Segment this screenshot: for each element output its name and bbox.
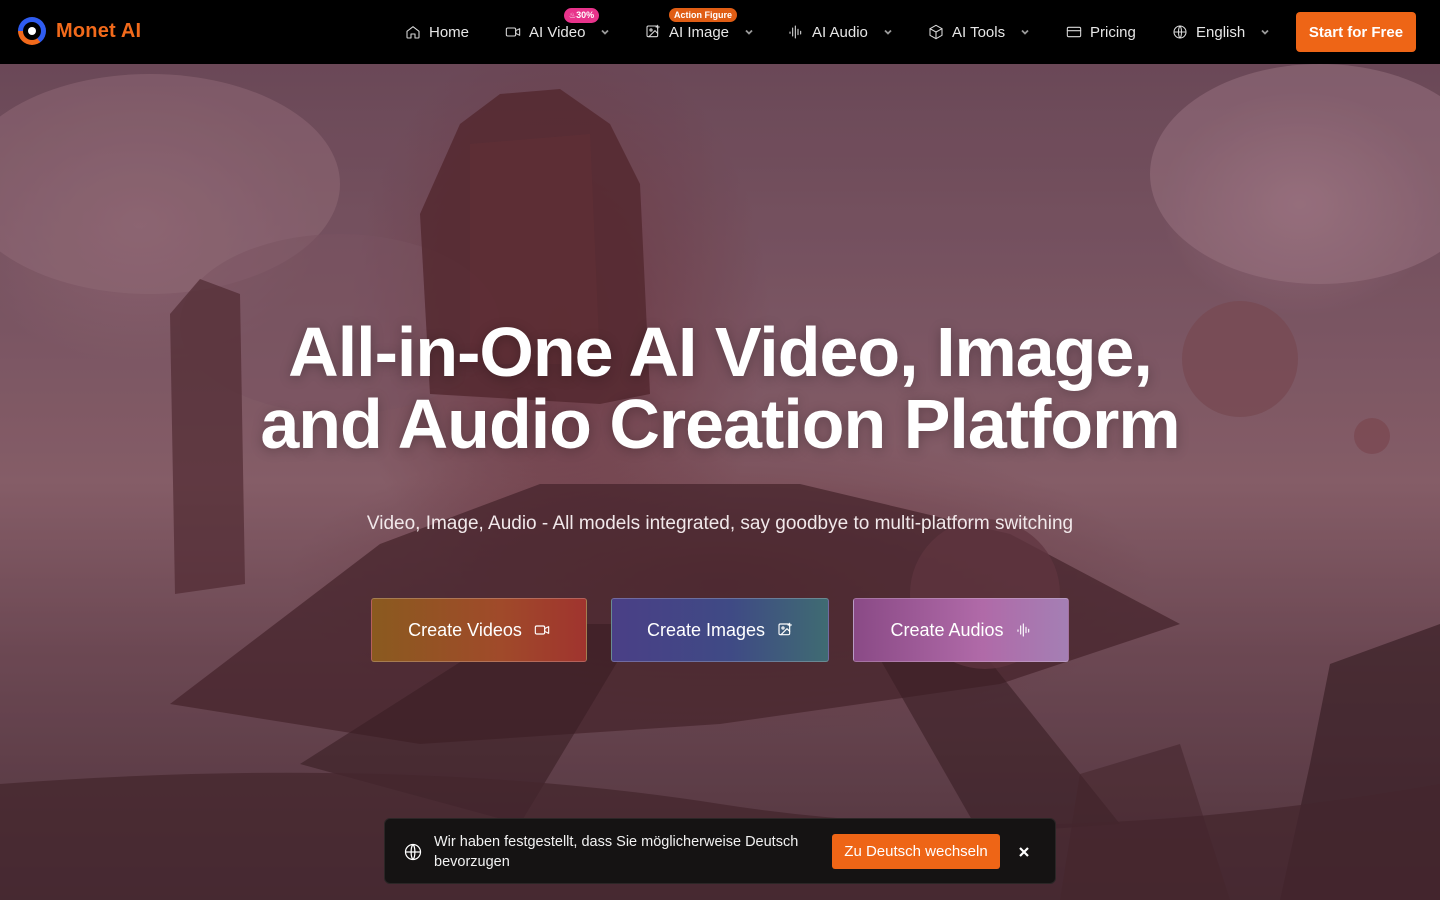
hero-title-line-2: and Audio Creation Platform bbox=[260, 385, 1180, 463]
ai-video-badge-text: 30% bbox=[576, 10, 595, 20]
chevron-down-icon bbox=[1261, 29, 1269, 35]
create-videos-button[interactable]: Create Videos bbox=[371, 598, 587, 662]
chevron-down-icon bbox=[745, 29, 753, 35]
hero-overlay bbox=[0, 64, 1440, 900]
globe-icon bbox=[403, 842, 423, 862]
hero-title-line-1: All-in-One AI Video, Image, bbox=[288, 313, 1153, 391]
nav-ai-audio-label: AI Audio bbox=[812, 23, 868, 41]
nav-ai-tools-label: AI Tools bbox=[952, 23, 1006, 41]
nav-ai-video[interactable]: AI Video ♨30% bbox=[505, 8, 611, 44]
nav-pricing[interactable]: Pricing bbox=[1066, 20, 1136, 44]
brand-name: Monet AI bbox=[56, 19, 142, 42]
language-suggestion-message: Wir haben festgestellt, dass Sie möglich… bbox=[434, 834, 799, 870]
video-camera-icon bbox=[505, 27, 521, 37]
hero-section: All-in-One AI Video, Image, and Audio Cr… bbox=[0, 64, 1440, 900]
chevron-down-icon bbox=[884, 29, 892, 35]
audio-wave-icon bbox=[1016, 623, 1029, 637]
nav-ai-video-label: AI Video bbox=[529, 23, 586, 41]
close-icon bbox=[1019, 847, 1029, 857]
audio-wave-icon bbox=[789, 25, 802, 39]
image-plus-icon bbox=[646, 24, 660, 38]
switch-to-german-button[interactable]: Zu Deutsch wechseln bbox=[832, 834, 1000, 869]
credit-card-icon bbox=[1066, 26, 1082, 38]
monet-logo-icon bbox=[18, 17, 46, 45]
nav-ai-image[interactable]: AI Image Action Figure bbox=[645, 8, 755, 44]
language-selector[interactable]: English bbox=[1172, 20, 1271, 44]
home-icon bbox=[406, 26, 420, 39]
top-navbar: Monet AI Home AI Video ♨30% AI Image Act… bbox=[0, 0, 1440, 64]
ai-video-discount-badge: ♨30% bbox=[564, 8, 600, 23]
chevron-down-icon bbox=[601, 29, 610, 35]
nav-ai-audio[interactable]: AI Audio bbox=[788, 20, 894, 44]
create-videos-label: Create Videos bbox=[408, 619, 522, 640]
hero-subtitle: Video, Image, Audio - All models integra… bbox=[366, 513, 1074, 534]
nav-pricing-label: Pricing bbox=[1090, 23, 1136, 41]
nav-ai-tools[interactable]: AI Tools bbox=[928, 20, 1031, 44]
image-plus-icon bbox=[778, 622, 792, 636]
create-audios-label: Create Audios bbox=[890, 619, 1004, 640]
create-audios-button[interactable]: Create Audios bbox=[853, 598, 1069, 662]
nav-home[interactable]: Home bbox=[405, 20, 469, 44]
start-for-free-button[interactable]: Start for Free bbox=[1296, 12, 1416, 52]
nav-ai-image-label: AI Image bbox=[669, 23, 730, 41]
cube-icon bbox=[929, 24, 943, 40]
hero-title: All-in-One AI Video, Image, and Audio Cr… bbox=[0, 316, 1440, 460]
brand-logo[interactable]: Monet AI bbox=[18, 17, 141, 45]
ai-image-feature-badge: Action Figure bbox=[669, 8, 737, 22]
language-label: English bbox=[1196, 23, 1246, 41]
video-camera-icon bbox=[534, 625, 550, 635]
language-suggestion-toast: Wir haben festgestellt, dass Sie möglich… bbox=[384, 818, 1056, 884]
create-images-label: Create Images bbox=[646, 619, 766, 640]
nav-home-label: Home bbox=[429, 23, 470, 41]
create-images-button[interactable]: Create Images bbox=[611, 598, 829, 662]
chevron-down-icon bbox=[1021, 29, 1029, 35]
globe-icon bbox=[1173, 25, 1187, 39]
close-toast-button[interactable] bbox=[1015, 843, 1033, 861]
